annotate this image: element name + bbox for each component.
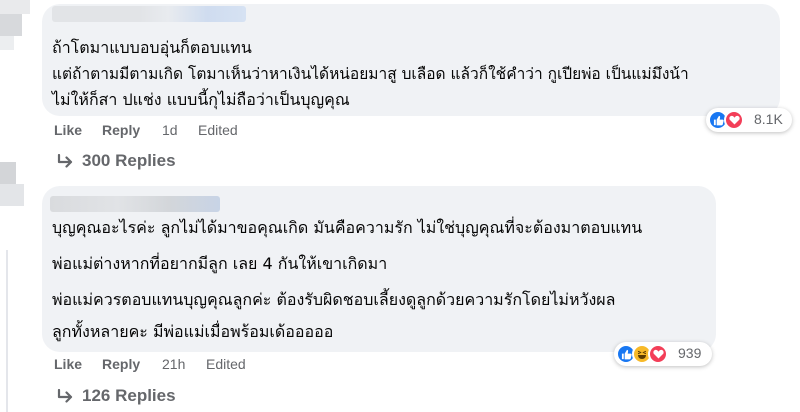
comment-bubble: ถ้าโตมาแบบอบอุ่นก็ตอบแทน แต่ถ้าตามมีตามเ… [42, 4, 780, 116]
replies-count-label[interactable]: 300 Replies [82, 151, 176, 171]
comment-text-line: พ่อแม่ควรตอบแทนบุญคุณลูกค่ะ ต้องรับผิดชอ… [52, 290, 616, 309]
edited-label[interactable]: Edited [206, 356, 246, 372]
comment-author-name-redacted [50, 196, 220, 212]
comment-actions: Like Reply 1d Edited [54, 122, 274, 140]
comment-text-line: ไม่ให้ก็สา ปแช่ง แบบนี้กุไม่ถือว่าเป็นบุ… [52, 90, 350, 109]
reply-arrow-icon [57, 389, 73, 403]
blurred-fragment [0, 162, 16, 184]
replies-count-label[interactable]: 126 Replies [82, 386, 176, 406]
like-button[interactable]: Like [54, 122, 82, 138]
comment-text-line: พ่อแม่ต่างหากที่อยากมีลูก เลย 4 กันให้เข… [52, 254, 388, 273]
reaction-summary[interactable]: 8.1K [706, 108, 792, 132]
view-replies-link[interactable]: 300 Replies [56, 151, 256, 173]
comment-timestamp[interactable]: 1d [162, 122, 178, 138]
blurred-fragment [0, 14, 22, 36]
reaction-summary[interactable]: 939 [614, 342, 712, 366]
comment-text-line: ลูกทั้งหลายคะ มีพ่อแม่เมื่อพร้อมเด้อออออ [52, 322, 334, 341]
reply-button[interactable]: Reply [102, 356, 140, 372]
reaction-count: 8.1K [754, 111, 783, 127]
thread-connector-line [6, 250, 8, 412]
love-icon [724, 110, 744, 130]
reaction-count: 939 [678, 345, 702, 361]
comment-text-line: บุญคุณอะไรค่ะ ลูกไม่ได้มาขอคุณเกิด มันคื… [52, 218, 643, 237]
comment-actions: Like Reply 21h Edited [54, 356, 274, 374]
blurred-fragment [0, 0, 30, 14]
reply-button[interactable]: Reply [102, 122, 140, 138]
reply-arrow-icon [57, 154, 73, 168]
view-replies-link[interactable]: 126 Replies [56, 386, 256, 408]
like-button[interactable]: Like [54, 356, 82, 372]
blurred-fragment [0, 36, 14, 50]
comment-bubble: บุญคุณอะไรค่ะ ลูกไม่ได้มาขอคุณเกิด มันคื… [42, 186, 716, 352]
comment-text-line: แต่ถ้าตามมีตามเกิด โตมาเห็นว่าหาเงินได้ห… [52, 65, 689, 83]
comment-text-line: ถ้าโตมาแบบอบอุ่นก็ตอบแทน [52, 38, 252, 57]
comment-timestamp[interactable]: 21h [162, 356, 185, 372]
comment-author-name-redacted [52, 6, 246, 22]
love-icon [648, 344, 668, 364]
edited-label[interactable]: Edited [198, 122, 238, 138]
blurred-fragment [0, 184, 24, 206]
